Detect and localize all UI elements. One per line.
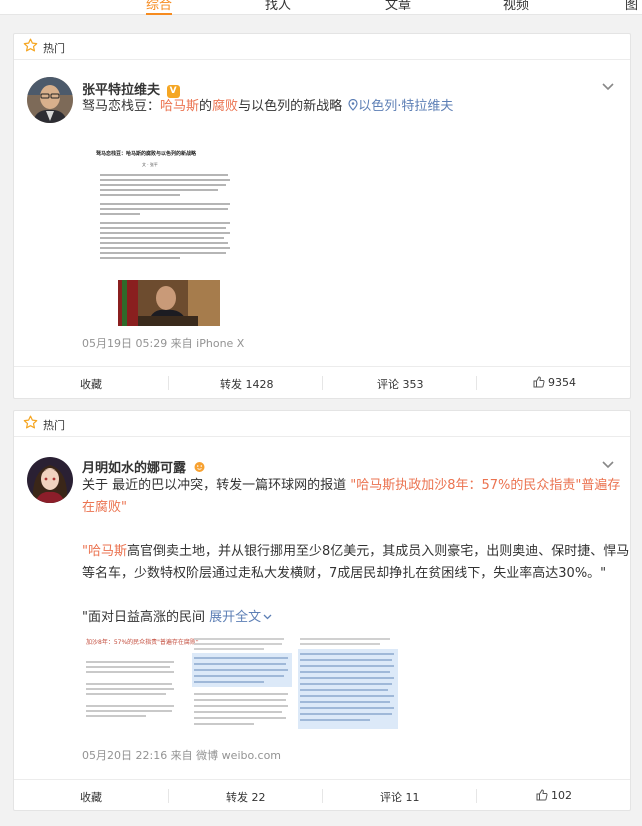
tab-video[interactable]: 视频 — [503, 0, 529, 13]
hot-label: 热门 — [43, 42, 65, 55]
divider — [476, 376, 477, 390]
tab-all[interactable]: 综合 — [146, 0, 173, 15]
article-image[interactable]: 驽马恋栈豆：哈马斯的腐败与以色列的新战略 文 · 张平 — [82, 140, 242, 328]
post-line: 关于 最近的巴以冲突，转发一篇环球网的报道 "哈马斯执政加沙8年：57%的民众指… — [82, 478, 621, 493]
comment-button[interactable]: 评论 353 — [377, 376, 424, 392]
divider — [168, 789, 169, 803]
keyword-link[interactable]: "哈马斯 — [82, 544, 127, 559]
collect-button[interactable]: 收藏 — [80, 789, 102, 805]
chevron-down-icon[interactable] — [602, 83, 614, 91]
avatar[interactable] — [27, 77, 73, 123]
hot-bar: 热门 — [14, 411, 630, 437]
post-line: "哈马斯高官倒卖土地，并从银行挪用至少8亿美元，其成员入则豪宅，出则奥迪、保时捷… — [82, 544, 630, 559]
article-image-title: 驽马恋栈豆：哈马斯的腐败与以色列的新战略 — [96, 151, 197, 157]
star-icon — [23, 415, 38, 429]
post-text: 驽马恋栈豆：哈马斯的腐败与以色列的新战略 以色列·特拉维夫 — [82, 98, 454, 114]
repost-button[interactable]: 转发 1428 — [220, 376, 274, 392]
hot-bar: 热门 — [14, 34, 630, 60]
post-line: 在腐败" — [82, 497, 612, 519]
expand-full-text-link[interactable]: 展开全文 — [209, 610, 272, 625]
crown-icon — [194, 462, 205, 472]
divider — [322, 376, 323, 390]
thumbs-up-icon — [536, 789, 548, 801]
post-meta: 05月19日 05:29 来自 iPhone X — [82, 337, 245, 350]
post-quote: "哈马斯高官倒卖土地，并从银行挪用至少8亿美元，其成员入则豪宅，出则奥迪、保时捷… — [82, 541, 630, 585]
top-nav: 综合 找人 文章 视频 图 — [0, 0, 642, 15]
username-text[interactable]: 月明如水的娜可露 — [82, 461, 186, 476]
action-bar: 收藏 转发 1428 评论 353 9354 — [14, 366, 630, 399]
repost-button[interactable]: 转发 22 — [226, 789, 266, 805]
article-snapshot — [86, 638, 398, 729]
chevron-down-icon[interactable] — [602, 461, 614, 469]
post-text: 关于 最近的巴以冲突，转发一篇环球网的报道 "哈马斯执政加沙8年：57%的民众指… — [82, 475, 621, 519]
article-image[interactable]: 加沙8年：57%的民众指责"普遍存在腐败" — [82, 633, 400, 733]
tab-people[interactable]: 找人 — [265, 0, 291, 13]
post-card: 热门 张平特拉维夫 V 驽马恋栈豆：哈马斯的腐败与以色列的新战略 以色列·特拉维… — [13, 33, 631, 399]
comment-button[interactable]: 评论 11 — [380, 789, 420, 805]
divider — [476, 789, 477, 803]
post-meta: 05月20日 22:16 来自 微博 weibo.com — [82, 749, 282, 762]
chevron-down-icon — [263, 614, 272, 620]
article-link[interactable]: 在腐败" — [82, 500, 127, 515]
location-link[interactable]: 以色列·特拉维夫 — [348, 98, 453, 114]
post-card: 热门 月明如水的娜可露 关于 最近的巴以冲突，转发一篇环球网的报道 "哈马斯执政… — [13, 410, 631, 811]
username[interactable]: 月明如水的娜可露 — [82, 457, 206, 476]
divider — [322, 789, 323, 803]
hot-label: 热门 — [43, 419, 65, 432]
collect-button[interactable]: 收藏 — [80, 376, 102, 392]
like-button[interactable]: 9354 — [533, 376, 576, 389]
post-continued: "面对日益高涨的民间 展开全文 — [82, 607, 612, 629]
like-button[interactable]: 102 — [536, 789, 572, 802]
avatar[interactable] — [27, 457, 73, 503]
tab-images[interactable]: 图 — [625, 0, 638, 13]
keyword-link[interactable]: 哈马斯 — [160, 99, 199, 114]
tab-articles[interactable]: 文章 — [385, 0, 411, 13]
keyword-link[interactable]: 腐败 — [212, 99, 238, 114]
star-icon — [23, 38, 38, 52]
location-pin-icon — [348, 98, 358, 111]
post-line: 等名车，少数特权阶层通过走私大发横财，7成居民却挣扎在贫困线下，失业率高达30%… — [82, 566, 607, 581]
thumbs-up-icon — [533, 376, 545, 388]
action-bar: 收藏 转发 22 评论 11 102 — [14, 779, 630, 812]
divider — [168, 376, 169, 390]
article-link[interactable]: "哈马斯执政加沙8年：57%的民众指责"普遍存 — [350, 478, 620, 493]
article-photo — [118, 280, 220, 326]
article-text-lines — [100, 174, 230, 259]
